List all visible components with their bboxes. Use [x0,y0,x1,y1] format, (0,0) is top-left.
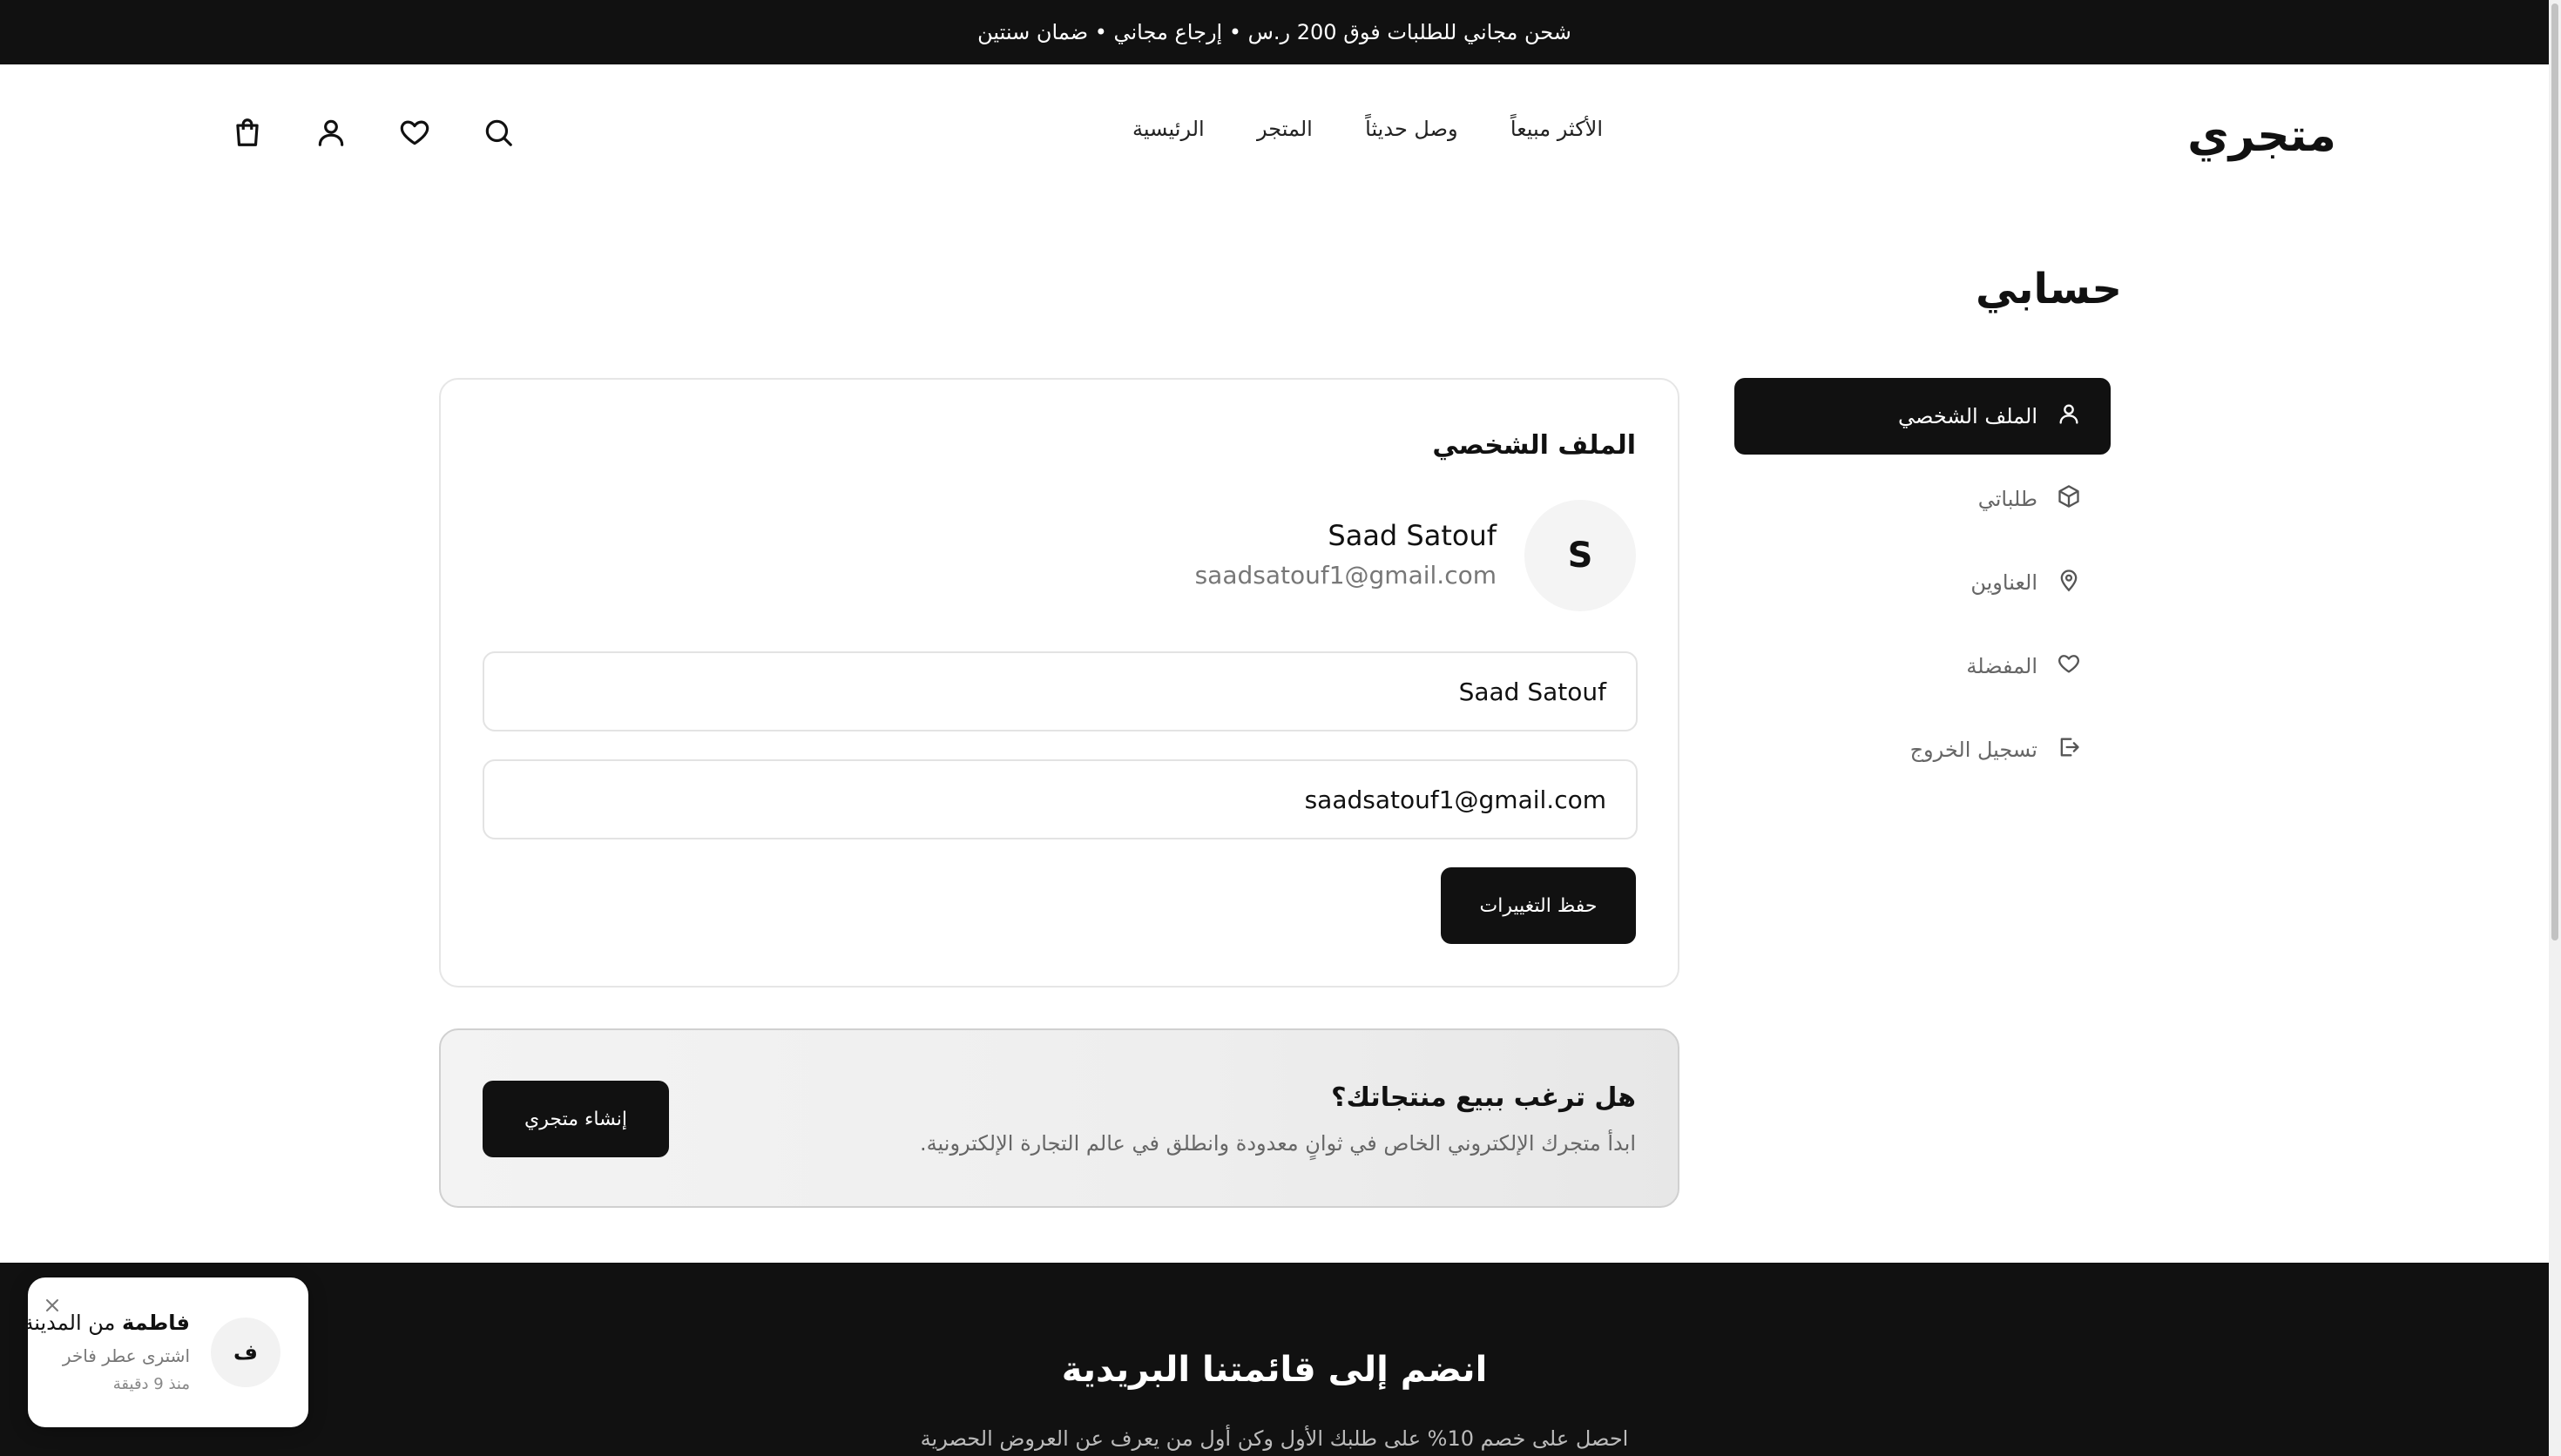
map-pin-icon [2057,568,2081,597]
toast-buyer-location: من المدينة [23,1311,116,1335]
user-email: saadsatouf1@gmail.com [1194,561,1497,590]
toast-time: منذ 9 دقيقة [112,1375,190,1393]
sidebar-item-orders[interactable]: طلباتي [1734,473,2111,525]
newsletter-subtitle: احصل على خصم 10% على طلبك الأول وكن أول … [920,1426,1629,1451]
toast-buyer: فاطمة من المدينة [23,1311,190,1335]
heart-icon[interactable] [395,113,434,152]
seller-banner: هل ترغب ببيع منتجاتك؟ ابدأ متجرك الإلكتر… [439,1028,1679,1208]
toast-action: اشترى عطر فاخر [62,1345,190,1366]
save-button[interactable]: حفظ التغييرات [1441,867,1636,944]
newsletter-section: انضم إلى قائمتنا البريدية احصل على خصم 1… [0,1263,2549,1456]
toast-buyer-name: فاطمة [122,1311,190,1335]
sidebar-item-label: الملف الشخصي [1898,404,2037,428]
user-icon[interactable] [312,113,350,152]
sidebar-item-label: العناوين [1970,570,2037,595]
search-icon[interactable] [479,113,517,152]
sidebar-item-wishlist[interactable]: المفضلة [1734,640,2111,692]
site-header: متجري الرئيسية المتجر وصل حديثاً الأكثر … [0,64,2549,204]
sidebar-item-logout[interactable]: تسجيل الخروج [1734,724,2111,776]
sidebar-item-label: تسجيل الخروج [1909,738,2037,762]
seller-banner-title: هل ترغب ببيع منتجاتك؟ [1331,1082,1636,1113]
sidebar-item-label: المفضلة [1966,654,2037,678]
name-field[interactable]: Saad Satouf [483,651,1638,731]
sidebar-item-label: طلباتي [1977,487,2037,511]
logout-icon [2057,735,2081,765]
announcement-text: شحن مجاني للطلبات فوق 200 ر.س • إرجاع مج… [977,20,1571,44]
email-field[interactable]: saadsatouf1@gmail.com [483,759,1638,839]
user-icon [2057,401,2081,431]
nav-best-sellers[interactable]: الأكثر مبيعاً [1510,117,1603,141]
main-nav: الرئيسية المتجر وصل حديثاً الأكثر مبيعاً [1132,117,1603,141]
shopping-bag-icon[interactable] [228,113,267,152]
profile-card-title: الملف الشخصي [1432,430,1636,461]
create-store-button[interactable]: إنشاء متجري [483,1081,669,1157]
profile-card: الملف الشخصي S Saad Satouf saadsatouf1@g… [439,378,1679,988]
seller-banner-subtitle: ابدأ متجرك الإلكتروني الخاص في ثوانٍ معد… [920,1131,1636,1156]
newsletter-title: انضم إلى قائمتنا البريدية [1061,1350,1488,1390]
nav-home[interactable]: الرئيسية [1132,117,1205,141]
store-logo[interactable]: متجري [2187,110,2336,162]
nav-shop[interactable]: المتجر [1257,117,1313,141]
scrollbar-thumb[interactable] [2551,3,2558,940]
purchase-notification: ف فاطمة من المدينة اشترى عطر فاخر منذ 9 … [23,1277,308,1427]
nav-new-arrivals[interactable]: وصل حديثاً [1365,117,1457,141]
sidebar-item-profile[interactable]: الملف الشخصي [1734,378,2111,455]
heart-icon [2057,651,2081,681]
toast-avatar: ف [211,1318,280,1387]
announcement-bar: شحن مجاني للطلبات فوق 200 ر.س • إرجاع مج… [0,0,2549,64]
user-name: Saad Satouf [1328,519,1497,552]
sidebar-item-addresses[interactable]: العناوين [1734,556,2111,609]
page-title: حسابي [1975,265,2122,313]
box-icon [2057,484,2081,514]
avatar: S [1524,500,1636,611]
